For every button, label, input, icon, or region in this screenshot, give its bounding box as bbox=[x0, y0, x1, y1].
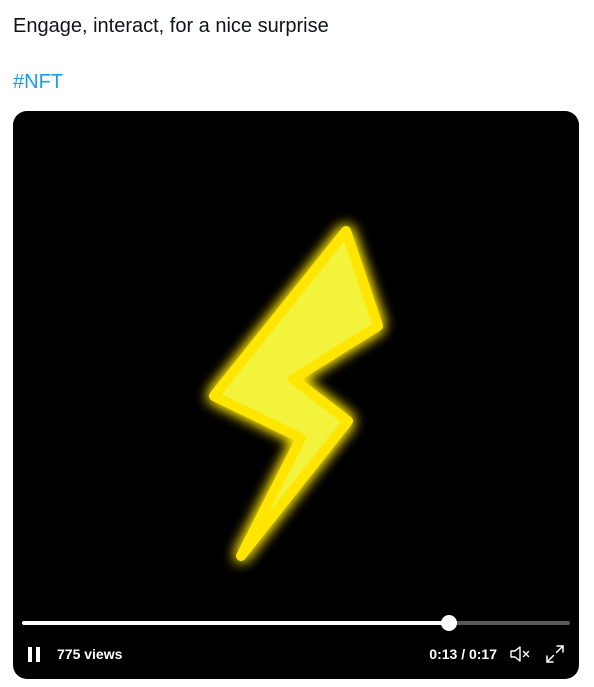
view-count: 775 views bbox=[57, 646, 123, 662]
progress-scrubber-handle[interactable] bbox=[441, 615, 458, 631]
progress-fill bbox=[22, 621, 450, 625]
time-display: 0:13 / 0:17 bbox=[429, 646, 497, 662]
video-controls: 775 views 0:13 / 0:17 bbox=[13, 639, 579, 669]
expand-icon bbox=[546, 645, 564, 663]
hashtag-link[interactable]: #NFT bbox=[13, 71, 63, 94]
mute-button[interactable] bbox=[509, 644, 531, 664]
video-player[interactable]: 775 views 0:13 / 0:17 bbox=[13, 111, 579, 679]
lightning-bolt-icon bbox=[209, 226, 383, 561]
pause-icon bbox=[28, 647, 32, 662]
pause-button[interactable] bbox=[27, 644, 43, 664]
progress-bar[interactable] bbox=[22, 615, 570, 631]
tweet-text: Engage, interact, for a nice surprise bbox=[13, 15, 329, 37]
lightning-bolt-artwork bbox=[209, 226, 383, 561]
muted-speaker-icon bbox=[510, 646, 530, 662]
fullscreen-button[interactable] bbox=[545, 644, 565, 664]
